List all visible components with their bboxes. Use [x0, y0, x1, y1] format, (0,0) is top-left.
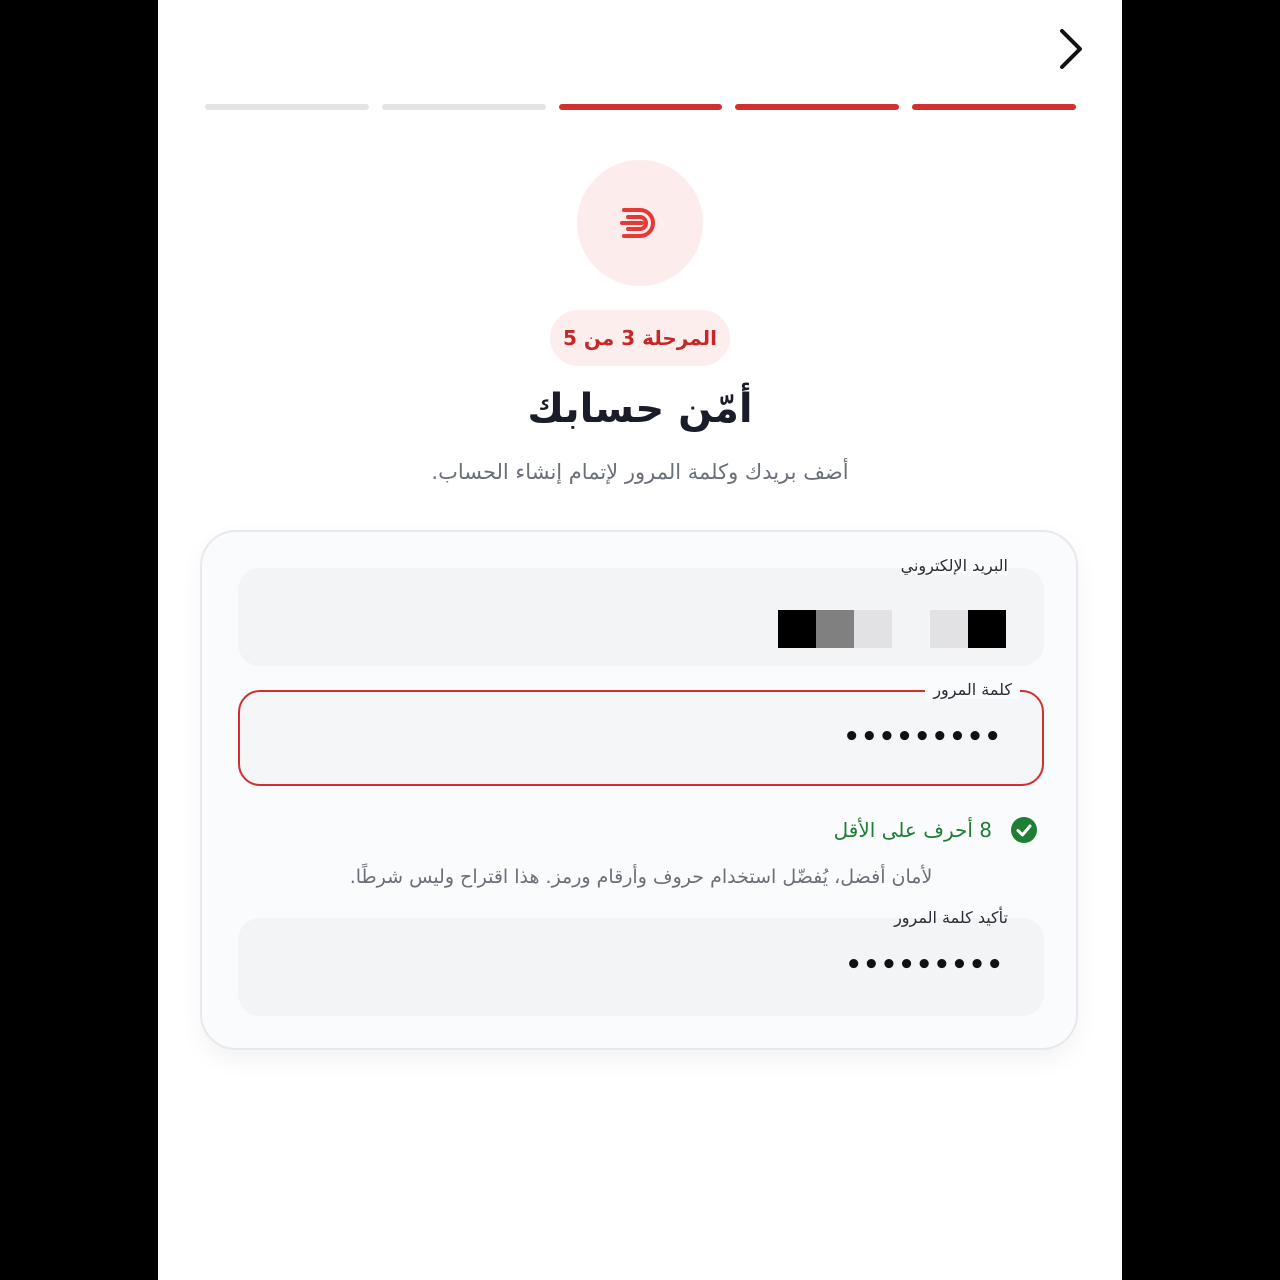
check-circle-icon: [1011, 817, 1037, 843]
account-form-card: البريد الإلكتروني كلمة المرور ••••••••• …: [200, 530, 1078, 1050]
email-value-redacted: [778, 610, 1006, 648]
confirm-password-label: تأكيد كلمة المرور: [894, 908, 1008, 927]
progress-segment: [912, 104, 1076, 110]
step-badge: المرحلة 3 من 5: [550, 310, 730, 366]
redacted-block: [854, 610, 892, 648]
password-value: •••••••••: [843, 722, 1002, 752]
password-hint: لأمان أفضل، يُفضّل استخدام حروف وأرقام و…: [349, 866, 933, 888]
redacted-gap: [892, 610, 930, 648]
password-label: كلمة المرور: [925, 680, 1020, 699]
page-subtitle: أضف بريدك وكلمة المرور لإتمام إنشاء الحس…: [431, 460, 849, 484]
email-label-text: البريد الإلكتروني: [900, 556, 1008, 575]
redacted-block: [968, 610, 1006, 648]
signup-screen: المرحلة 3 من 5 أمّن حسابك أضف بريدك وكلم…: [158, 0, 1122, 1280]
back-button[interactable]: [1046, 24, 1094, 74]
email-field[interactable]: البريد الإلكتروني: [238, 556, 1044, 666]
progress-segment: [205, 104, 369, 110]
redacted-block: [778, 610, 816, 648]
confirm-password-field[interactable]: تأكيد كلمة المرور •••••••••: [238, 908, 1044, 1016]
brand-logo: [577, 160, 703, 286]
password-rule-text: 8 أحرف على الأقل: [833, 818, 992, 842]
password-rule: 8 أحرف على الأقل: [834, 816, 1038, 844]
redacted-block: [816, 610, 854, 648]
brand-logo-icon: [620, 208, 655, 238]
confirm-password-value: •••••••••: [845, 950, 1004, 980]
progress-segment: [558, 104, 723, 110]
chevron-right-icon: [1060, 29, 1082, 69]
progress-segment: [381, 104, 546, 110]
password-field[interactable]: كلمة المرور •••••••••: [238, 680, 1044, 786]
progress-bar: [205, 104, 1076, 110]
progress-segment: [735, 104, 900, 110]
page-title: أمّن حسابك: [527, 386, 753, 432]
redacted-block: [930, 610, 968, 648]
email-label: البريد الإلكتروني: [893, 556, 1016, 575]
